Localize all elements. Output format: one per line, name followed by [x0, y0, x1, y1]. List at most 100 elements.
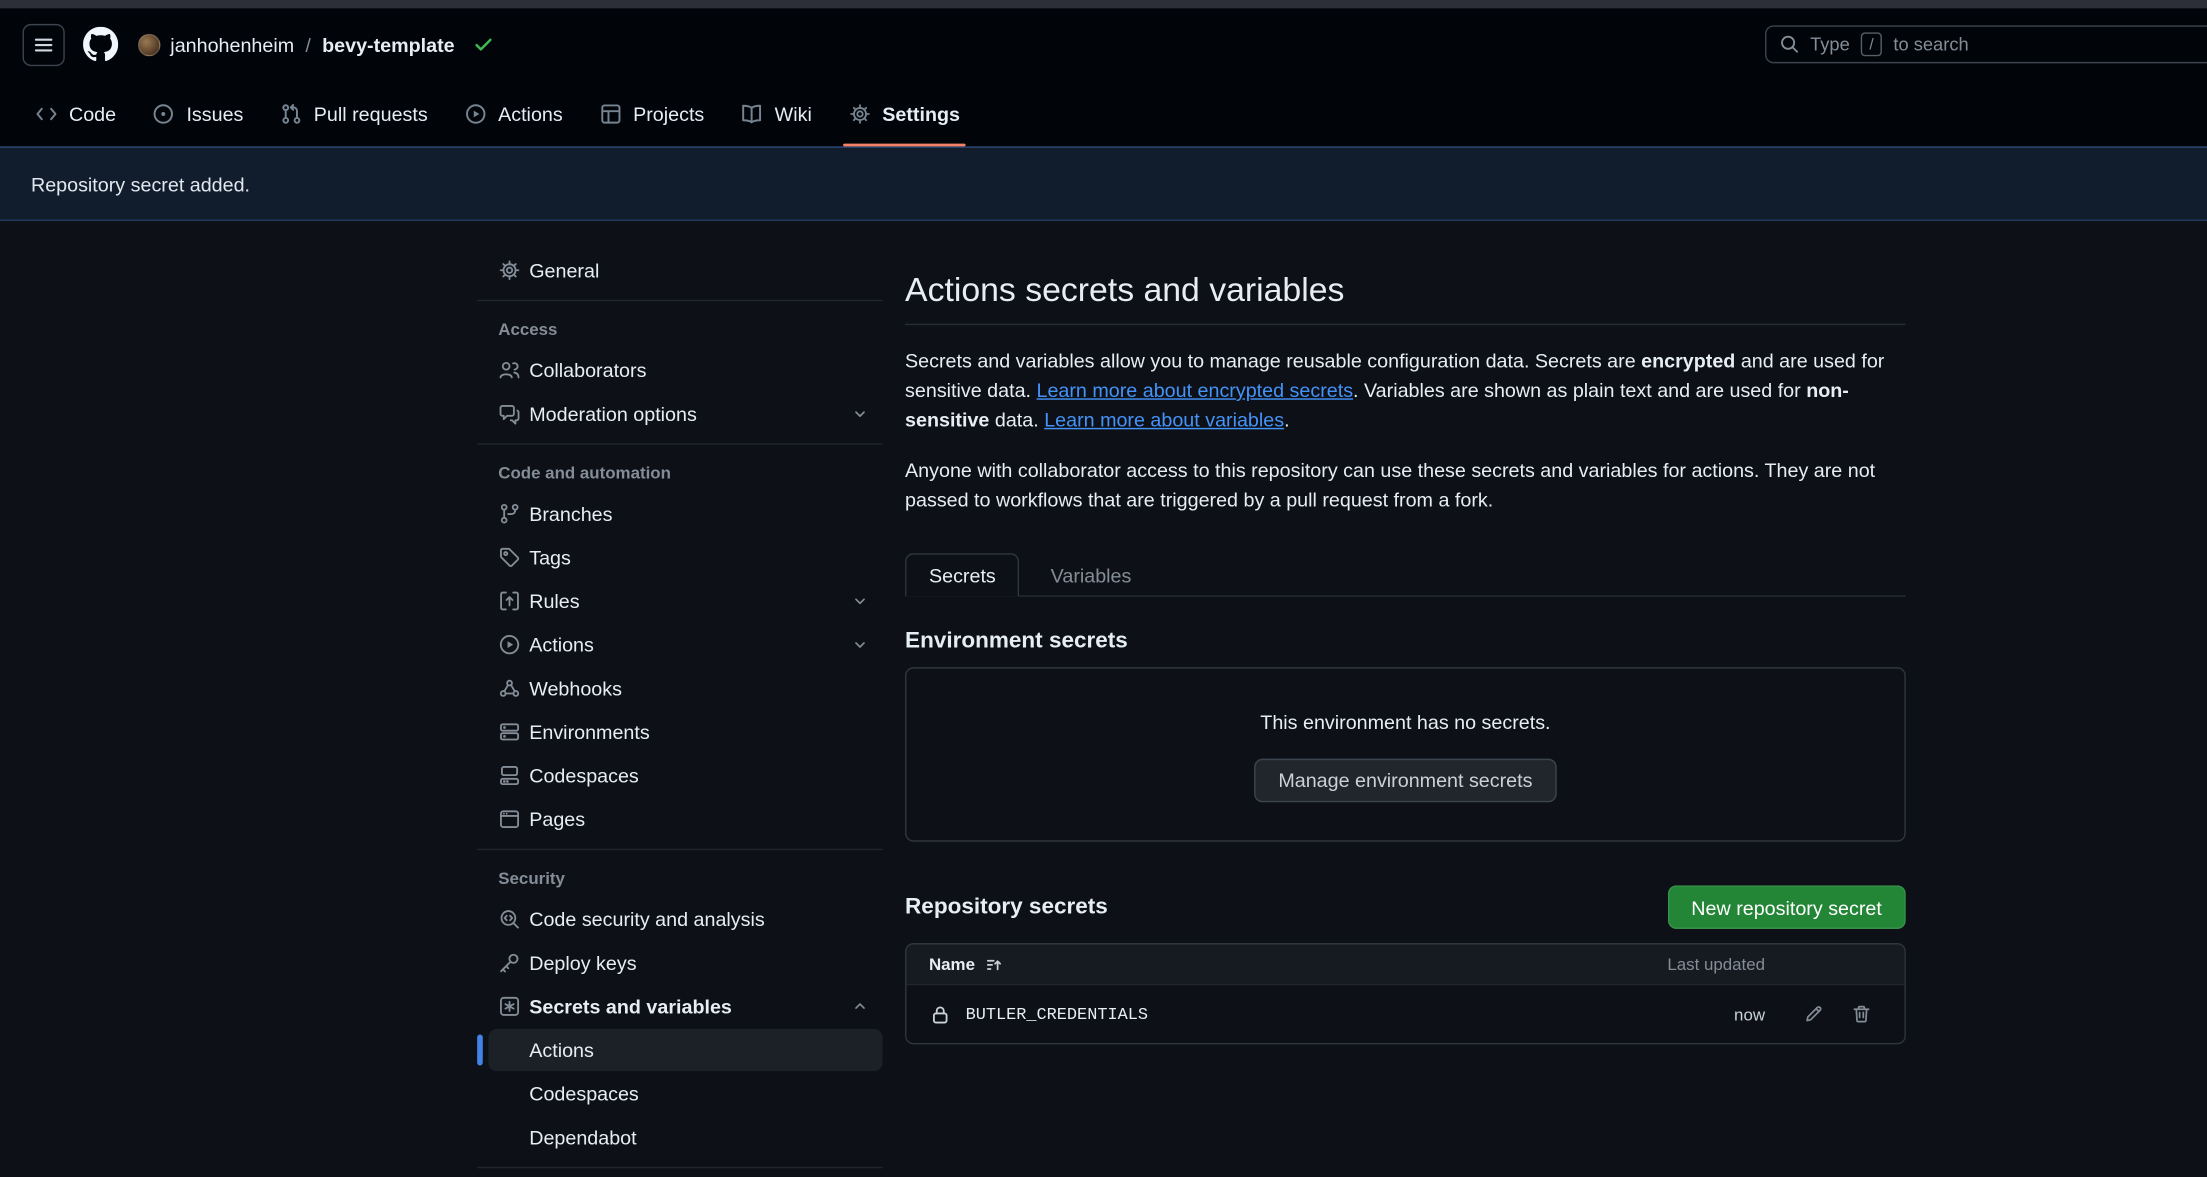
sidebar-item-label: Collaborators	[529, 359, 646, 382]
text-segment: .	[1284, 408, 1289, 431]
sidebar-item-label: Rules	[529, 590, 579, 613]
sidebar-item-label: Actions	[529, 633, 594, 656]
sidebar-item-pages[interactable]: Pages	[477, 798, 882, 840]
flash-message: Repository secret added.	[31, 172, 250, 195]
sidebar-item-secrets-and-variables[interactable]: Secrets and variables	[477, 985, 882, 1027]
repo-nav: Code Issues Pull requests Actions Projec…	[0, 80, 2207, 146]
text-segment: . Variables are shown as plain text and …	[1353, 379, 1806, 402]
sidebar-item-label: Tags	[529, 546, 571, 569]
environment-secrets-heading: Environment secrets	[905, 629, 1906, 654]
sidebar-item-code-security[interactable]: Code security and analysis	[477, 898, 882, 940]
new-repository-secret-button[interactable]: New repository secret	[1667, 885, 1905, 929]
tab-projects[interactable]: Projects	[581, 80, 723, 146]
codespaces-icon	[498, 764, 521, 787]
git-branch-icon	[498, 502, 521, 525]
sidebar-divider	[477, 1167, 882, 1168]
owner-avatar[interactable]	[138, 33, 161, 56]
global-nav-menu-button[interactable]	[23, 23, 65, 65]
comment-discussion-icon	[498, 403, 521, 426]
sidebar-item-label: Dependabot	[529, 1126, 636, 1149]
breadcrumb-repo-link[interactable]: bevy-template	[322, 33, 455, 56]
secrets-variables-tabnav: Secrets Variables	[905, 553, 1906, 597]
breadcrumb-owner-link[interactable]: janhohenheim	[170, 33, 294, 56]
sidebar-item-environments[interactable]: Environments	[477, 711, 882, 753]
sidebar-item-label: Webhooks	[529, 677, 622, 700]
chevron-down-icon	[852, 636, 869, 653]
sidebar-section-security: Security	[477, 859, 882, 898]
sidebar-item-label: General	[529, 259, 599, 282]
breadcrumb: janhohenheim / bevy-template	[138, 33, 494, 56]
people-icon	[498, 359, 521, 382]
repository-secrets-table: Name Last updated BUTLER_CREDENTIALS now	[905, 943, 1906, 1044]
tab-wiki[interactable]: Wiki	[723, 80, 831, 146]
tab-actions[interactable]: Actions	[446, 80, 581, 146]
sidebar-item-label: Environments	[529, 721, 649, 744]
sidebar-item-label: Deploy keys	[529, 951, 636, 974]
tag-icon	[498, 546, 521, 569]
sidebar-item-branches[interactable]: Branches	[477, 493, 882, 535]
delete-secret-button[interactable]	[1851, 1004, 1872, 1025]
global-header: janhohenheim / bevy-template Type / to s…	[0, 8, 2207, 80]
sidebar-item-general[interactable]: General	[477, 249, 882, 291]
tab-settings[interactable]: Settings	[830, 80, 978, 146]
content-area: General Access Collaborators Moderation …	[0, 221, 2207, 1177]
chevron-down-icon	[852, 593, 869, 610]
lock-icon	[929, 1003, 952, 1026]
webhook-icon	[498, 677, 521, 700]
environment-secrets-box: This environment has no secrets. Manage …	[905, 667, 1906, 842]
sidebar-item-label: Codespaces	[529, 1082, 639, 1105]
code-icon	[35, 102, 58, 125]
sidebar-section-access: Access	[477, 310, 882, 349]
flash-banner: Repository secret added.	[0, 146, 2207, 221]
sidebar-item-collaborators[interactable]: Collaborators	[477, 349, 882, 391]
tab-label: Projects	[633, 102, 704, 125]
browser-icon	[498, 808, 521, 831]
git-pull-request-icon	[280, 102, 303, 125]
sidebar-item-webhooks[interactable]: Webhooks	[477, 667, 882, 709]
sidebar-item-label: Code security and analysis	[529, 908, 764, 931]
settings-main: Actions secrets and variables Secrets an…	[905, 221, 1906, 1044]
sidebar-item-codespaces[interactable]: Codespaces	[477, 754, 882, 796]
server-icon	[498, 721, 521, 744]
tab-label: Actions	[498, 102, 563, 125]
github-logo[interactable]	[83, 27, 118, 62]
sidebar-item-tags[interactable]: Tags	[477, 536, 882, 578]
sidebar-subitem-codespaces[interactable]: Codespaces	[488, 1073, 882, 1115]
sidebar-subitem-dependabot[interactable]: Dependabot	[488, 1116, 882, 1158]
sidebar-item-label: Moderation options	[529, 403, 697, 426]
rules-icon	[498, 590, 521, 613]
tab-code[interactable]: Code	[17, 80, 134, 146]
sidebar-section-code-automation: Code and automation	[477, 453, 882, 492]
search-placeholder-suffix: to search	[1893, 34, 1968, 55]
row-actions	[1765, 1004, 1882, 1025]
gear-icon	[848, 102, 871, 125]
edit-secret-button[interactable]	[1803, 1004, 1824, 1025]
project-icon	[599, 102, 622, 125]
inline-link[interactable]: Learn more about encrypted secrets	[1036, 379, 1353, 402]
tab-issues[interactable]: Issues	[134, 80, 261, 146]
page-title: Actions secrets and variables	[905, 272, 1906, 325]
tab-label: Code	[69, 102, 116, 125]
tab-pull-requests[interactable]: Pull requests	[262, 80, 446, 146]
text-segment: Secrets and variables allow you to manag…	[905, 349, 1641, 372]
inline-link[interactable]: Learn more about variables	[1044, 408, 1284, 431]
sidebar-divider	[477, 300, 882, 301]
tab-secrets[interactable]: Secrets	[905, 553, 1020, 597]
search-input[interactable]: Type / to search	[1765, 25, 2207, 63]
sidebar-item-moderation-options[interactable]: Moderation options	[477, 393, 882, 435]
sidebar-item-rules[interactable]: Rules	[477, 580, 882, 622]
tab-variables[interactable]: Variables	[1020, 553, 1163, 597]
sidebar-item-deploy-keys[interactable]: Deploy keys	[477, 942, 882, 984]
tab-label: Wiki	[775, 102, 812, 125]
code-scan-icon	[498, 908, 521, 931]
sidebar-divider	[477, 443, 882, 444]
sidebar-subitem-actions[interactable]: Actions	[488, 1029, 882, 1071]
name-column-sort-control[interactable]: Name	[929, 954, 1003, 974]
sidebar-item-label: Codespaces	[529, 764, 639, 787]
secret-name: BUTLER_CREDENTIALS	[966, 1004, 1148, 1024]
slash-keycap: /	[1861, 32, 1882, 56]
sidebar-item-label: Pages	[529, 808, 585, 831]
sidebar-item-actions[interactable]: Actions	[477, 624, 882, 666]
manage-environment-secrets-button[interactable]: Manage environment secrets	[1254, 758, 1556, 802]
intro-paragraph: Secrets and variables allow you to manag…	[905, 346, 1906, 435]
